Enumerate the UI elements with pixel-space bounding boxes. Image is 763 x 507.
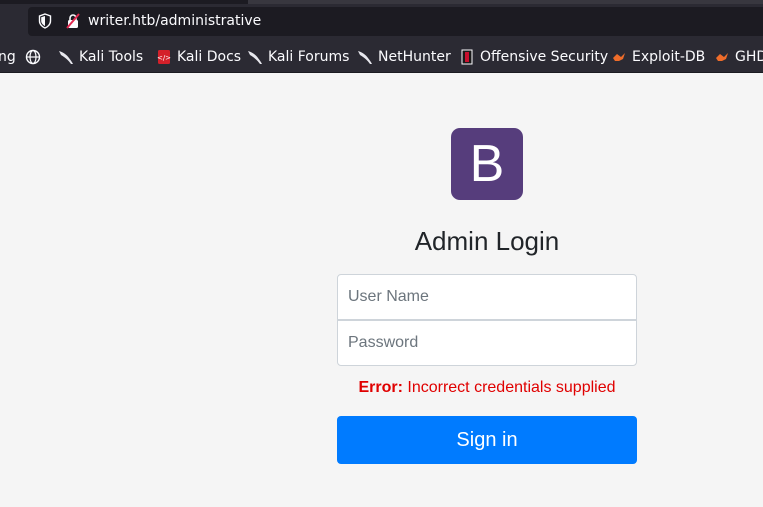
error-text: Incorrect credentials supplied <box>402 379 616 396</box>
error-label: Error: <box>358 379 403 396</box>
bookmarks-bar: ng Kali Tools </> Kali Docs <box>0 42 763 73</box>
globe-icon <box>25 49 41 65</box>
bookmark-offensive-security[interactable]: Offensive Security <box>459 42 608 72</box>
bookmark-label: Exploit-DB <box>632 49 706 65</box>
kali-docs-icon: </> <box>156 49 172 65</box>
bookmark-label: Kali Tools <box>79 49 144 65</box>
bookmark-label: NetHunter <box>378 49 451 65</box>
svg-text:</>: </> <box>157 54 171 62</box>
insecure-lock-icon[interactable] <box>65 13 81 29</box>
error-message: Error: Incorrect credentials supplied <box>337 378 637 398</box>
bookmark-label: Kali Forums <box>268 49 350 65</box>
bookmark-label: GHD <box>735 49 763 65</box>
shield-icon[interactable] <box>38 13 52 29</box>
bookmark-kali-docs[interactable]: </> Kali Docs <box>156 42 241 72</box>
tab-strip-edge <box>248 0 763 4</box>
bookmark-label: ng <box>0 49 16 65</box>
bookmark-label: Kali Docs <box>177 49 242 65</box>
bookmark-nethunter[interactable]: NetHunter <box>357 42 451 72</box>
offsec-icon <box>459 49 475 65</box>
username-input[interactable] <box>337 274 637 320</box>
kali-dragon-icon <box>58 49 74 65</box>
bookmark-globe[interactable] <box>25 42 46 72</box>
page-title: Admin Login <box>414 226 560 256</box>
bookmark-exploit-db[interactable]: Exploit-DB <box>611 42 705 72</box>
bookmark-partial[interactable]: ng <box>0 42 16 72</box>
password-input[interactable] <box>337 320 637 366</box>
bookmark-label: Offensive Security <box>480 49 609 65</box>
address-bar[interactable]: writer.htb/administrative <box>28 7 763 36</box>
page-content: B Admin Login Error: Incorrect credentia… <box>0 73 763 507</box>
bookmark-ghdb[interactable]: GHD <box>714 42 763 72</box>
bootstrap-logo: B <box>451 128 523 200</box>
bookmark-kali-forums[interactable]: Kali Forums <box>247 42 349 72</box>
sign-in-button[interactable]: Sign in <box>337 416 637 464</box>
url-text[interactable]: writer.htb/administrative <box>88 12 261 30</box>
exploitdb-icon <box>714 49 730 65</box>
tab-strip <box>0 0 763 4</box>
kali-dragon-icon <box>247 49 263 65</box>
browser-toolbar: writer.htb/administrative <box>0 0 763 42</box>
kali-dragon-icon <box>357 49 373 65</box>
bookmark-kali-tools[interactable]: Kali Tools <box>58 42 143 72</box>
exploitdb-icon <box>611 49 627 65</box>
